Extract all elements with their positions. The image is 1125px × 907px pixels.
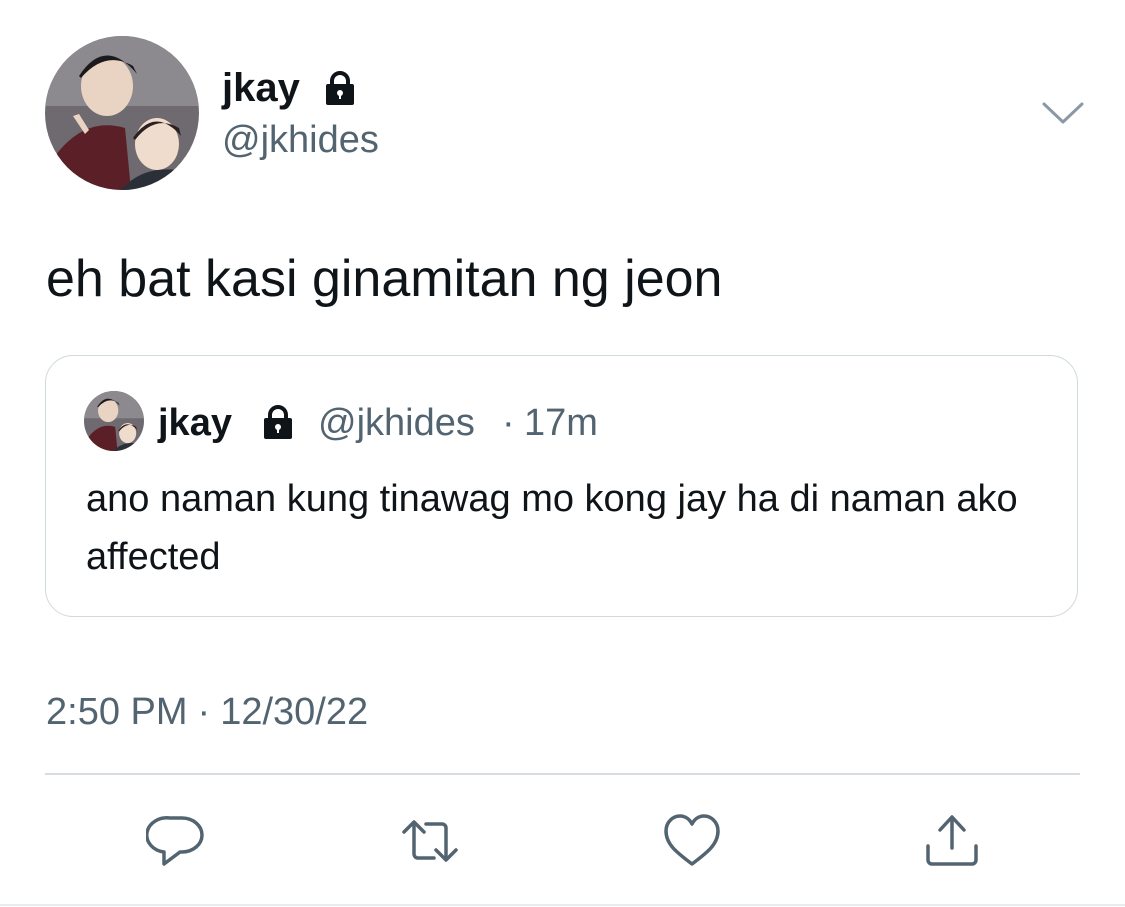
tweet-text: eh bat kasi ginamitan ng jeon: [46, 250, 723, 308]
quoted-handle: @jkhides: [318, 402, 475, 444]
timestamp-time: 2:50 PM: [46, 691, 188, 733]
like-button[interactable]: [662, 812, 722, 870]
divider: [0, 904, 1125, 906]
avatar-photo-icon: [45, 36, 199, 190]
reply-icon: [146, 816, 204, 866]
lock-icon: [320, 68, 360, 108]
reply-button[interactable]: [146, 812, 206, 870]
avatar-photo-icon: [84, 391, 144, 451]
share-icon: [926, 815, 978, 866]
author-handle[interactable]: @jkhides: [222, 118, 379, 162]
quoted-display-name: jkay: [158, 402, 232, 444]
author-display-name[interactable]: jkay: [222, 66, 300, 110]
chevron-down-icon[interactable]: [1040, 96, 1086, 130]
timestamp-date: 12/30/22: [220, 691, 369, 733]
retweet-icon: [402, 820, 458, 862]
quoted-time-ago: 17m: [524, 402, 598, 444]
quoted-tweet-text: ano naman kung tinawag mo kong jay ha di…: [86, 478, 1018, 578]
share-button[interactable]: [922, 812, 982, 870]
quoted-separator: ·: [502, 402, 515, 444]
quoted-author-avatar[interactable]: [84, 391, 144, 451]
lock-icon: [258, 402, 298, 442]
divider: [45, 773, 1080, 775]
retweet-button[interactable]: [400, 812, 460, 870]
tweet-timestamp[interactable]: 2:50 PM · 12/30/22: [46, 690, 368, 734]
timestamp-separator: ·: [197, 691, 211, 733]
heart-icon: [664, 814, 720, 866]
author-avatar[interactable]: [45, 36, 199, 190]
